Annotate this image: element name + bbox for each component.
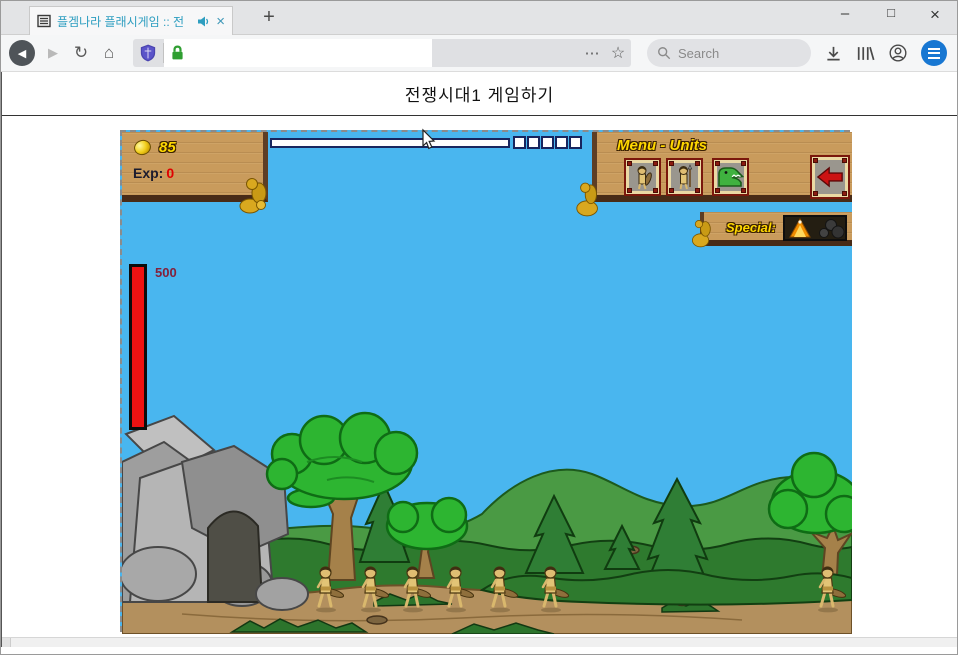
cave-opening <box>207 510 264 603</box>
url-field[interactable] <box>164 39 432 67</box>
special-label: Special: <box>726 220 776 235</box>
gold-ornament <box>239 178 267 214</box>
tracking-shield-icon[interactable] <box>133 43 163 63</box>
queue-slot <box>555 136 568 149</box>
library-icon[interactable] <box>856 45 875 62</box>
game-scene <box>122 132 852 634</box>
window-minimize-button[interactable]: – <box>833 5 857 22</box>
search-icon <box>658 47 671 60</box>
page-content: 전쟁시대1 게임하기 85 Exp: 0 Menu - Units Specia… <box>1 72 957 647</box>
unit-button-spearman[interactable] <box>666 158 703 196</box>
page-actions-icon[interactable]: ⋯ <box>579 44 605 62</box>
exp-label: Exp: <box>133 165 164 181</box>
queue-slot <box>527 136 540 149</box>
tab-title: 플겜나라 플래시게임 :: 전 <box>57 14 185 29</box>
browser-toolbar: ◀ ▶ ↻ ⌂ ⋯ ☆ <box>1 35 957 72</box>
account-icon[interactable] <box>889 44 907 62</box>
queue-slot <box>513 136 526 149</box>
horizontal-scrollbar[interactable] <box>2 637 957 647</box>
download-icon[interactable] <box>825 45 842 62</box>
site-favicon-icon <box>37 14 51 28</box>
tab-close-icon[interactable]: × <box>216 14 225 29</box>
speaker-icon[interactable] <box>197 15 210 28</box>
title-divider <box>2 115 957 116</box>
spawn-progress-bar <box>270 138 510 148</box>
red-back-arrow-icon <box>816 166 843 188</box>
unit-button-clubman[interactable] <box>624 158 661 196</box>
browser-window: 플겜나라 플래시게임 :: 전 × + – □ × ◀ ▶ ↻ ⌂ ⋯ ☆ Se… <box>0 0 958 655</box>
spearman-icon <box>678 164 692 190</box>
url-bar[interactable]: ⋯ ☆ <box>133 39 631 67</box>
https-lock-icon[interactable] <box>169 44 186 62</box>
menu-units-panel: Menu - Units <box>592 132 852 202</box>
meteor-icon <box>785 217 845 239</box>
menu-back-button[interactable] <box>810 155 850 199</box>
gold-coin-icon <box>132 137 153 158</box>
gold-ornament <box>692 220 711 248</box>
reload-button[interactable]: ↻ <box>71 43 91 63</box>
forward-button[interactable]: ▶ <box>43 45 63 61</box>
url-input[interactable] <box>190 41 432 65</box>
game-canvas[interactable]: 85 Exp: 0 Menu - Units Special: 500 <box>120 128 852 634</box>
tab-bar: 플겜나라 플래시게임 :: 전 × + – □ × <box>1 1 957 35</box>
clubman-icon <box>637 166 652 190</box>
health-value: 500 <box>155 265 177 280</box>
back-button[interactable]: ◀ <box>9 40 35 66</box>
exp-value: 0 <box>166 165 175 181</box>
health-bar <box>129 264 147 430</box>
page-title: 전쟁시대1 게임하기 <box>404 86 555 105</box>
hamburger-menu-icon[interactable] <box>921 40 947 66</box>
browser-tab[interactable]: 플겜나라 플래시게임 :: 전 × <box>29 6 233 35</box>
home-button[interactable]: ⌂ <box>99 43 119 63</box>
special-panel: Special: <box>700 212 852 246</box>
gold-value: 85 <box>159 139 176 156</box>
dino-icon <box>718 167 744 187</box>
menu-title: Menu - Units <box>617 137 707 154</box>
bookmark-star-icon[interactable]: ☆ <box>605 43 631 63</box>
new-tab-button[interactable]: + <box>255 6 283 29</box>
unit-queue <box>512 136 582 149</box>
mouse-cursor <box>422 128 436 150</box>
search-input[interactable] <box>678 45 788 61</box>
search-box[interactable] <box>647 39 811 67</box>
scrollbar-corner <box>2 638 11 647</box>
foreground-bushes <box>479 569 852 606</box>
special-ability-button[interactable] <box>783 215 847 241</box>
gold-ornament <box>576 182 598 217</box>
window-close-button[interactable]: × <box>923 5 947 25</box>
unit-button-dino[interactable] <box>712 158 749 196</box>
queue-slot <box>541 136 554 149</box>
queue-slot <box>569 136 582 149</box>
window-maximize-button[interactable]: □ <box>879 5 903 20</box>
